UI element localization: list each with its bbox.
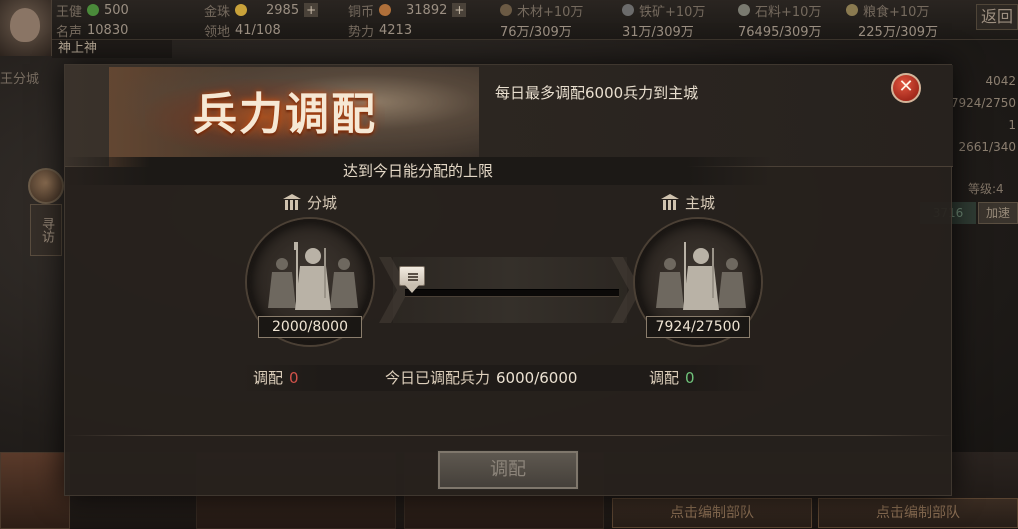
stat-item: 76495/309万 <box>738 20 822 40</box>
general-portrait[interactable] <box>0 452 70 529</box>
resource-item: 铁矿+10万 <box>622 0 705 20</box>
dialog-title: 兵力调配 <box>193 89 377 140</box>
visitor-avatar[interactable] <box>28 168 64 204</box>
stat-item: 领地 41/108 <box>204 20 281 40</box>
resource-value: 31892 <box>406 2 448 18</box>
limit-banner: 达到今日能分配的上限 <box>65 157 771 185</box>
transfer-stats: 调配 0 今日已调配兵力 6000/6000 调配 0 <box>241 365 771 391</box>
transfer-value: 0 <box>685 369 695 387</box>
stat-value: 10830 <box>87 22 129 38</box>
city-gate-icon <box>283 194 301 210</box>
branch-troop-count: 2000/8000 <box>258 316 362 338</box>
grain-icon <box>846 4 858 16</box>
stat-value: 76万/309万 <box>500 24 572 40</box>
resource-item: 石料+10万 <box>738 0 821 20</box>
stat-item: 势力 4213 <box>348 20 412 40</box>
resource-item: 王健 500 <box>56 0 129 20</box>
resource-value: 500 <box>104 2 129 18</box>
stat-value: 4213 <box>379 22 413 38</box>
resource-label: 铜币 <box>348 4 375 20</box>
slider-handle[interactable] <box>399 266 425 296</box>
city-gate-icon <box>661 194 679 210</box>
main-city-troops: 7924/27500 <box>635 219 761 345</box>
copper-coin-icon <box>379 4 392 16</box>
soldiers-icon <box>656 242 746 310</box>
player-name: 神上神 <box>52 40 172 58</box>
stat-value: 31万/309万 <box>622 24 694 40</box>
resource-value: 2985 <box>266 2 300 18</box>
city-label: 王分城 <box>0 72 40 87</box>
level-label: 等级:4 <box>968 182 1004 196</box>
resource-item: 粮食+10万 <box>846 0 929 20</box>
daily-transfer-label: 今日已调配兵力 <box>385 369 491 387</box>
player-avatar[interactable] <box>0 0 52 56</box>
speed-up-button[interactable]: 加速 <box>978 202 1018 224</box>
stat-label: 领地 <box>204 24 231 40</box>
limit-message: 达到今日能分配的上限 <box>342 162 493 180</box>
resource-label: 王健 <box>56 4 83 20</box>
branch-city-heading: 分城 <box>283 191 337 213</box>
daily-limit-notice: 每日最多调配6000兵力到主城 <box>495 84 699 102</box>
dialog-header: 兵力调配 每日最多调配6000兵力到主城 ✕ <box>65 65 953 167</box>
visit-button[interactable]: 寻访 <box>30 204 62 256</box>
slider-track[interactable] <box>399 266 619 297</box>
daily-transfer-value: 6000/6000 <box>496 369 578 387</box>
stat-label: 名声 <box>56 24 83 40</box>
stone-icon <box>738 4 750 16</box>
resource-item: 金珠 2985 + <box>204 0 319 20</box>
resource-label: 木材+10万 <box>517 4 584 20</box>
troop-slot-button[interactable]: 点击编制部队 <box>612 498 812 528</box>
soldiers-icon <box>268 242 358 310</box>
transfer-value: 0 <box>289 369 299 387</box>
stat-value: 41/108 <box>235 22 281 38</box>
stat-label: 势力 <box>348 24 375 40</box>
return-button[interactable]: 返回 <box>976 4 1018 30</box>
transfer-button[interactable]: 调配 <box>438 451 578 489</box>
close-icon[interactable]: ✕ <box>891 73 921 103</box>
main-city-name: 主城 <box>685 193 716 212</box>
main-troop-count: 7924/27500 <box>646 316 750 338</box>
iron-icon <box>622 4 634 16</box>
stat-item: 225万/309万 <box>858 20 938 40</box>
wood-icon <box>500 4 512 16</box>
troop-transfer-dialog: 兵力调配 每日最多调配6000兵力到主城 ✕ 达到今日能分配的上限 分城 200… <box>64 64 953 496</box>
handle-pointer <box>405 285 419 293</box>
game-screen: 王健 500 金珠 2985 + 铜币 31892 + 木材+10万 铁矿+10… <box>0 0 1018 529</box>
transfer-slider[interactable] <box>379 257 641 323</box>
main-transfer-stat: 调配 0 <box>649 365 695 391</box>
stat-value: 225万/309万 <box>858 24 939 40</box>
main-city-heading: 主城 <box>661 191 715 213</box>
divider <box>65 435 953 436</box>
daily-transfer-stat: 今日已调配兵力 6000/6000 <box>385 365 577 391</box>
stat-item: 名声 10830 <box>56 20 128 40</box>
stat-value: 76495/309万 <box>738 24 822 40</box>
resource-item: 铜币 31892 + <box>348 0 467 20</box>
resource-label: 金珠 <box>204 4 231 20</box>
resource-bar: 王健 500 金珠 2985 + 铜币 31892 + 木材+10万 铁矿+10… <box>0 0 1018 40</box>
gold-coin-icon <box>235 4 248 16</box>
branch-city-name: 分城 <box>307 193 338 212</box>
resource-label: 石料+10万 <box>755 4 822 20</box>
branch-city-troops: 2000/8000 <box>247 219 373 345</box>
add-copper-button[interactable]: + <box>452 3 467 17</box>
transfer-label: 调配 <box>649 369 680 387</box>
branch-transfer-stat: 调配 0 <box>253 365 299 391</box>
resource-label: 铁矿+10万 <box>639 4 706 20</box>
jade-icon <box>87 4 100 16</box>
troop-slot-button[interactable]: 点击编制部队 <box>818 498 1018 528</box>
grip-icon <box>399 266 425 286</box>
stat-item: 76万/309万 <box>500 20 572 40</box>
resource-label: 粮食+10万 <box>863 4 930 20</box>
add-gold-button[interactable]: + <box>304 3 319 17</box>
resource-item: 木材+10万 <box>500 0 583 20</box>
stat-item: 31万/309万 <box>622 20 694 40</box>
transfer-label: 调配 <box>253 369 284 387</box>
